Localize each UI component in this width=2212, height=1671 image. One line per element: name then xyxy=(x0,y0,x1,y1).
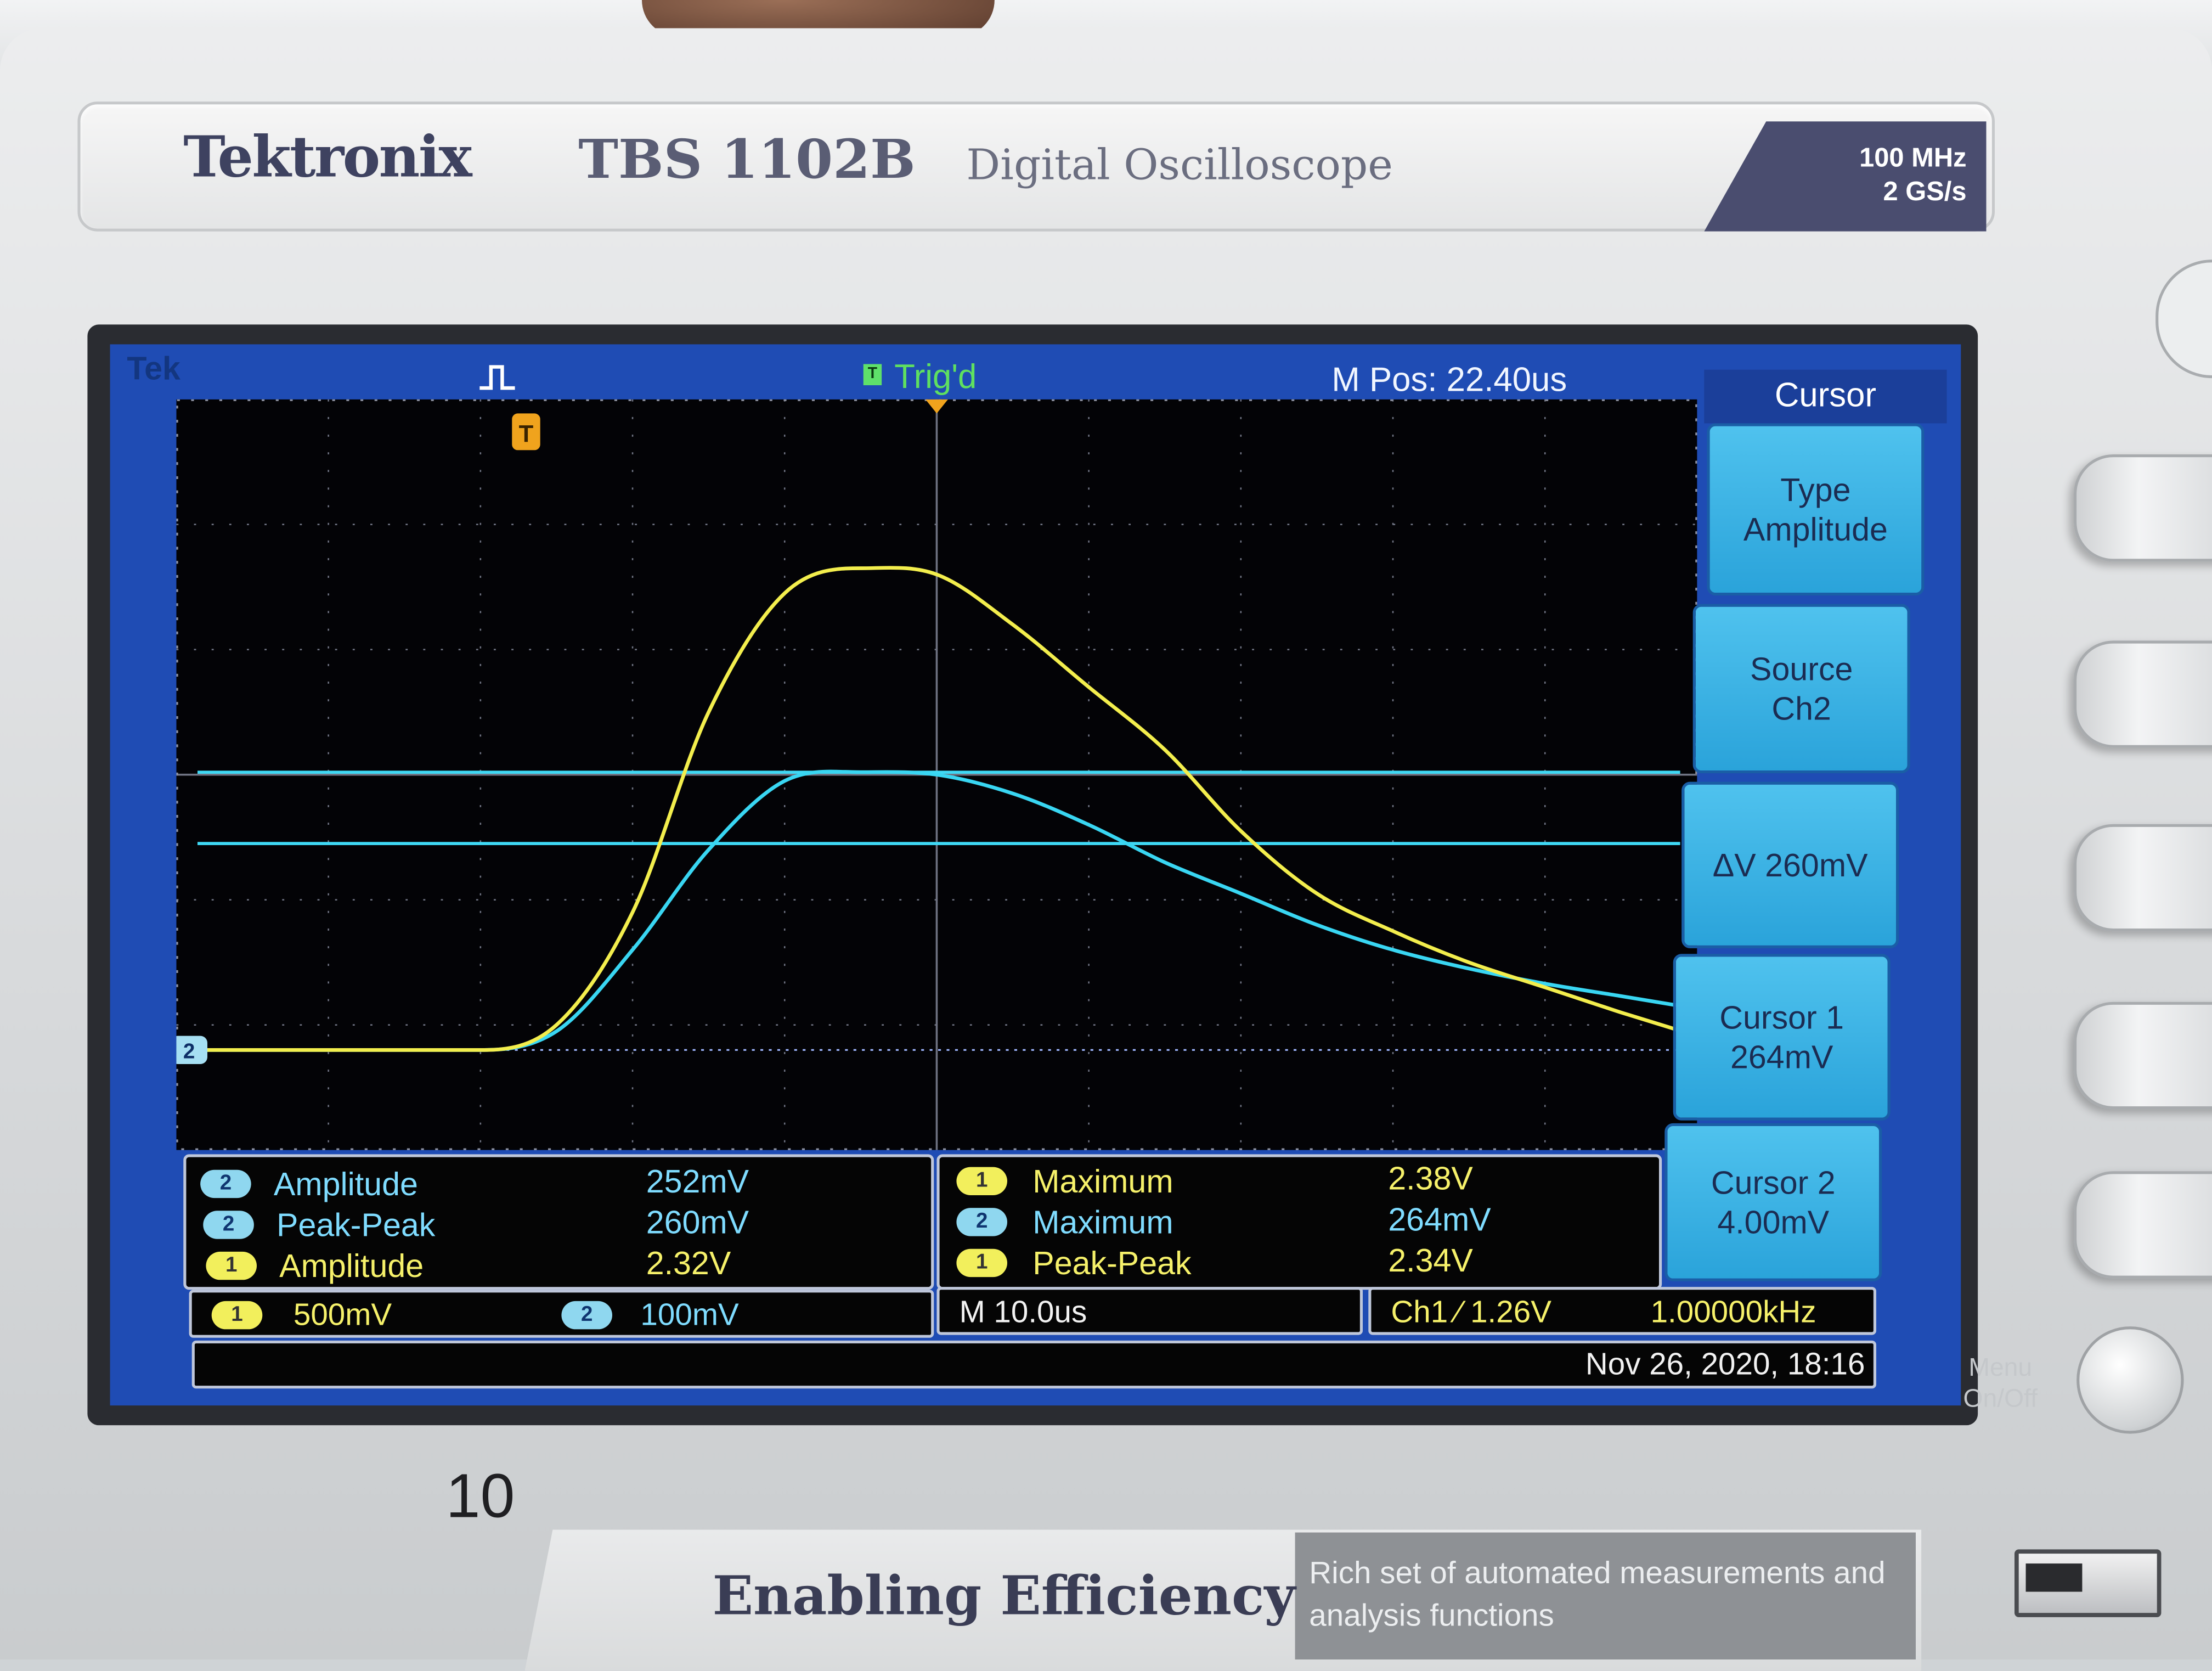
date-bar: Nov 26, 2020, 18:16 xyxy=(191,1340,1876,1389)
option-button-4[interactable] xyxy=(2074,1002,2212,1110)
channel-2-badge: 2 xyxy=(561,1301,612,1330)
measurement-label: Peak-Peak xyxy=(276,1206,436,1244)
measurement-row: 1 Peak-Peak 2.34V xyxy=(940,1242,1659,1284)
menu-source-button[interactable]: Source Ch2 xyxy=(1692,604,1910,774)
measurement-panel-left: 2 Amplitude 252mV 2 Peak-Peak 260mV 1 Am… xyxy=(183,1154,934,1290)
measurement-label: Amplitude xyxy=(279,1247,424,1284)
trigger-position-marker-label: T xyxy=(519,420,534,447)
menu-onoff-button[interactable] xyxy=(2076,1326,2184,1434)
ch2-scale: 100mV xyxy=(640,1297,739,1332)
page-number: 10 xyxy=(445,1462,515,1531)
brand-name: Tektronix xyxy=(183,124,472,191)
onoff-label-line: On/Off xyxy=(1963,1384,2038,1413)
menu-type-value: Amplitude xyxy=(1743,510,1888,548)
menu-source-value: Ch2 xyxy=(1771,690,1831,727)
timebase: M 10.0us xyxy=(959,1294,1087,1330)
measurement-row: 2 Amplitude 252mV xyxy=(186,1163,931,1205)
channel-1-badge: 1 xyxy=(956,1167,1007,1195)
photo-scene: Tektronix TBS 1102B Digital Oscilloscope… xyxy=(0,0,2212,1671)
bandwidth-label: 100 MHz xyxy=(1859,144,1967,174)
measurement-panel-right: 1 Maximum 2.38V 2 Maximum 264mV 1 Peak-P… xyxy=(936,1154,1662,1290)
menu-delta-v-label: ΔV 260mV xyxy=(1712,846,1868,884)
measurement-value: 264mV xyxy=(1388,1201,1491,1238)
channel-2-badge: 2 xyxy=(203,1211,254,1239)
timebase-box: M 10.0us xyxy=(936,1287,1363,1335)
channel-1-badge: 1 xyxy=(211,1301,263,1330)
device-description: Digital Oscilloscope xyxy=(966,141,1393,191)
ch2-ground-marker-label: 2 xyxy=(183,1040,195,1064)
measurement-label: Maximum xyxy=(1032,1203,1173,1241)
measurement-row: 1 Maximum 2.38V xyxy=(940,1160,1659,1202)
main-position: M Pos: 22.40us xyxy=(1331,361,1567,400)
channel-1-badge: 1 xyxy=(206,1251,257,1280)
menu-delta-v-button[interactable]: ΔV 260mV xyxy=(1681,781,1899,948)
date-time: Nov 26, 2020, 18:16 xyxy=(1585,1346,1865,1382)
menu-label-line: Menu xyxy=(1968,1353,2033,1382)
measurement-row: 2 Maximum 264mV xyxy=(940,1201,1659,1243)
channel-1-badge: 1 xyxy=(956,1248,1007,1278)
channel-2-badge: 2 xyxy=(956,1208,1007,1236)
trigger-frequency: 1.00000kHz xyxy=(1650,1294,1816,1330)
pulse-trigger-icon xyxy=(479,365,515,390)
waveform-svg: T2 xyxy=(176,399,1697,1150)
option-button-1[interactable] xyxy=(2074,454,2212,562)
measurement-label: Maximum xyxy=(1032,1162,1173,1200)
measurement-value: 2.34V xyxy=(1388,1241,1473,1279)
measurement-row: 1 Amplitude 2.32V xyxy=(186,1245,931,1287)
measurement-label: Amplitude xyxy=(273,1166,418,1202)
menu-cursor1-label: Cursor 1 xyxy=(1719,999,1844,1036)
menu-cursor2-button[interactable]: Cursor 2 4.00mV xyxy=(1664,1123,1882,1281)
trigger-status-icon: T xyxy=(863,364,882,385)
sample-rate-label: 2 GS/s xyxy=(1883,178,1967,207)
trigger-level: Ch1 ⁄ 1.26V xyxy=(1391,1294,1551,1330)
trigger-box: Ch1 ⁄ 1.26V 1.00000kHz xyxy=(1368,1287,1876,1335)
measurement-value: 2.38V xyxy=(1388,1160,1473,1197)
menu-source-label: Source xyxy=(1750,650,1853,688)
menu-cursor2-label: Cursor 2 xyxy=(1711,1164,1836,1201)
measurement-value: 2.32V xyxy=(646,1245,731,1281)
feature-text: Rich set of automated measurements and a… xyxy=(1309,1555,1886,1633)
trigger-status: Trig'd xyxy=(894,358,977,397)
option-button-3[interactable] xyxy=(2074,824,2212,932)
option-button-2[interactable] xyxy=(2074,640,2212,748)
measurement-value: 260mV xyxy=(646,1203,749,1241)
usb-port-opening xyxy=(2025,1563,2083,1592)
vertical-scale-box: 1 500mV 2 100mV xyxy=(189,1290,934,1338)
channel-2-badge: 2 xyxy=(200,1169,251,1199)
menu-type-button[interactable]: Type Amplitude xyxy=(1707,423,1925,596)
model-name: TBS 1102B xyxy=(578,127,916,191)
slogan: Enabling Efficiency xyxy=(712,1563,1296,1627)
menu-cursor2-value: 4.00mV xyxy=(1717,1203,1830,1241)
menu-cursor1-value: 264mV xyxy=(1730,1038,1833,1076)
ch1-scale: 500mV xyxy=(293,1297,392,1332)
menu-onoff-label: Menu On/Off xyxy=(1944,1352,2057,1414)
cursor-menu-title: Cursor xyxy=(1704,369,1947,424)
menu-cursor1-button[interactable]: Cursor 1 264mV xyxy=(1673,954,1891,1121)
option-button-5[interactable] xyxy=(2074,1171,2212,1279)
tek-logo: Tek xyxy=(127,350,180,387)
measurement-row: 2 Peak-Peak 260mV xyxy=(186,1203,931,1246)
measurement-value: 252mV xyxy=(646,1162,749,1200)
menu-type-label: Type xyxy=(1780,471,1851,508)
measurement-label: Peak-Peak xyxy=(1032,1245,1192,1281)
waveform-display: T2 xyxy=(176,399,1697,1150)
